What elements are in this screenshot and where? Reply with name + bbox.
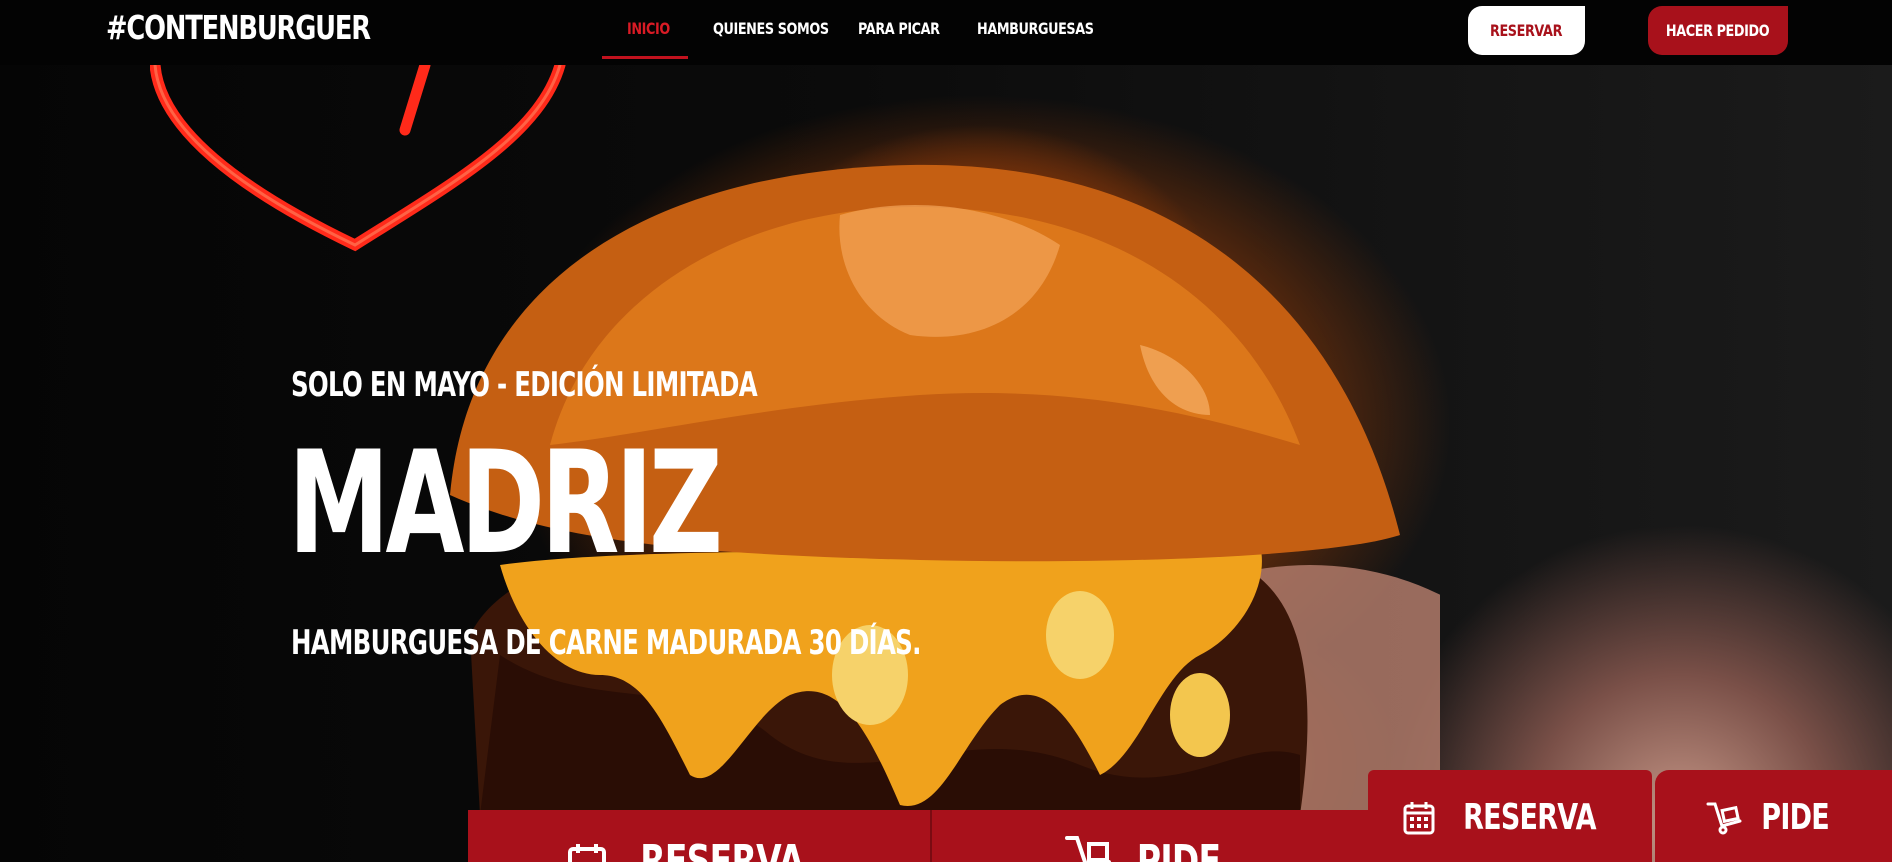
hero-banner: SOLO EN MAYO - EDICIÓN LIMITADA MADRIZ H…	[0, 65, 1892, 862]
floating-reserva-button[interactable]: RESERVA	[1368, 770, 1652, 862]
bottom-pide-button[interactable]: PIDE	[932, 810, 1368, 862]
hero-subtitle: SOLO EN MAYO - EDICIÓN LIMITADA	[291, 365, 758, 405]
reservar-button[interactable]: RESERVAR	[1468, 6, 1585, 55]
floating-pide-label: PIDE	[1761, 797, 1830, 838]
nav-item-hamburguesas[interactable]: HAMBURGUESAS	[977, 19, 1094, 38]
bottom-pide-label: PIDE	[1137, 836, 1221, 862]
page: SOLO EN MAYO - EDICIÓN LIMITADA MADRIZ H…	[0, 0, 1892, 862]
floating-pide-button[interactable]: PIDE	[1655, 770, 1892, 862]
nav-item-quienes-somos[interactable]: QUIENES SOMOS	[713, 19, 829, 38]
nav-item-para-picar[interactable]: PARA PICAR	[858, 19, 940, 38]
site-logo[interactable]: #CONTENBURGUER	[106, 8, 371, 47]
reservar-button-label: RESERVAR	[1490, 21, 1563, 40]
hero-title: MADRIZ	[288, 421, 723, 586]
calendar-icon	[568, 844, 607, 862]
delivery-cart-icon	[1065, 836, 1112, 862]
bottom-reserva-button[interactable]: RESERVA	[468, 810, 932, 862]
top-navbar: #CONTENBURGUER INICIO QUIENES SOMOS PARA…	[0, 0, 1892, 65]
hacer-pedido-button[interactable]: HACER PEDIDO	[1648, 6, 1788, 55]
nav-active-underline	[602, 56, 688, 59]
hacer-pedido-button-label: HACER PEDIDO	[1666, 21, 1770, 40]
calendar-icon	[1403, 801, 1435, 834]
nav-item-inicio[interactable]: INICIO	[627, 19, 670, 38]
hero-tagline: HAMBURGUESA DE CARNE MADURADA 30 DÍAS.	[291, 623, 921, 663]
delivery-cart-icon	[1706, 802, 1742, 834]
floating-reserva-label: RESERVA	[1462, 797, 1596, 838]
bottom-reserva-label: RESERVA	[640, 836, 804, 862]
